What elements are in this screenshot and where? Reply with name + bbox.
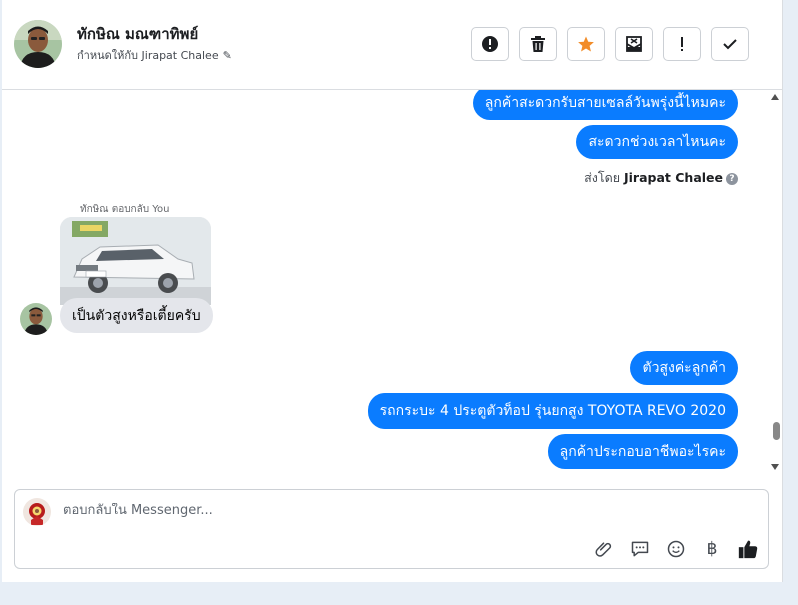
message-composer: ฿ <box>14 489 769 569</box>
scroll-up-arrow[interactable] <box>771 94 779 100</box>
conversation-header: ทักษิณ มณฑาทิพย์ กำหนดให้กับ Jirapat Cha… <box>2 0 782 90</box>
outgoing-message[interactable]: ลูกค้าประกอบอาชีพอะไรคะ <box>547 434 738 469</box>
reply-context-label: ทักษิณ ตอบกลับ You <box>80 204 170 215</box>
delete-button[interactable] <box>519 27 557 61</box>
star-icon <box>578 36 594 52</box>
customer-avatar-small[interactable] <box>20 303 52 335</box>
outgoing-message[interactable]: ตัวสูงค่ะลูกค้า <box>630 351 738 385</box>
pencil-icon[interactable]: ✎ <box>223 49 232 62</box>
saved-reply-icon[interactable] <box>629 538 651 560</box>
sent-by-prefix: ส่งโดย <box>584 170 621 185</box>
trash-icon <box>531 36 545 52</box>
scroll-down-arrow[interactable] <box>771 464 779 470</box>
scrollbar-thumb[interactable] <box>773 422 780 440</box>
customer-avatar[interactable] <box>14 20 62 68</box>
checkmark-icon <box>723 39 737 50</box>
reply-input[interactable] <box>63 503 663 518</box>
mark-done-button[interactable] <box>711 27 749 61</box>
sent-by-agent: Jirapat Chalee <box>624 170 723 185</box>
follow-up-button[interactable] <box>663 27 701 61</box>
move-to-inbox-button[interactable] <box>615 27 653 61</box>
replied-photo-thumbnail[interactable] <box>60 217 211 305</box>
conversation-panel: ทักษิณ มณฑาทิพย์ กำหนดให้กับ Jirapat Cha… <box>2 0 783 582</box>
assigned-to-label: กำหนดให้กับ Jirapat Chalee <box>77 49 219 62</box>
envelope-x-icon <box>626 36 642 52</box>
star-button[interactable] <box>567 27 605 61</box>
help-icon[interactable]: ? <box>726 172 738 185</box>
paperclip-icon[interactable] <box>593 538 615 560</box>
thumbs-up-icon[interactable] <box>737 538 759 560</box>
message-list[interactable]: ลูกค้าสะดวกรับสายเซลล์วันพรุ่งนี้ไหมคะ ส… <box>2 90 782 480</box>
alert-circle-icon <box>482 36 498 52</box>
customer-name: ทักษิณ มณฑาทิพย์ <box>77 25 199 43</box>
baht-icon[interactable]: ฿ <box>701 538 723 560</box>
assigned-to[interactable]: กำหนดให้กับ Jirapat Chalee ✎ <box>77 46 232 64</box>
emoji-icon[interactable] <box>665 538 687 560</box>
outgoing-message[interactable]: ลูกค้าสะดวกรับสายเซลล์วันพรุ่งนี้ไหมคะ <box>472 90 738 120</box>
outgoing-message[interactable]: รถกระบะ 4 ประตูตัวท็อป รุ่นยกสูง TOYOTA … <box>367 393 738 429</box>
incoming-message[interactable]: เป็นตัวสูงหรือเตี้ยครับ <box>60 298 213 333</box>
sent-by-note: ส่งโดย Jirapat Chalee? <box>584 168 738 188</box>
outgoing-message[interactable]: สะดวกช่วงเวลาไหนคะ <box>576 125 738 159</box>
mark-spam-button[interactable] <box>471 27 509 61</box>
exclamation-icon <box>681 37 683 51</box>
page-avatar <box>23 498 51 526</box>
